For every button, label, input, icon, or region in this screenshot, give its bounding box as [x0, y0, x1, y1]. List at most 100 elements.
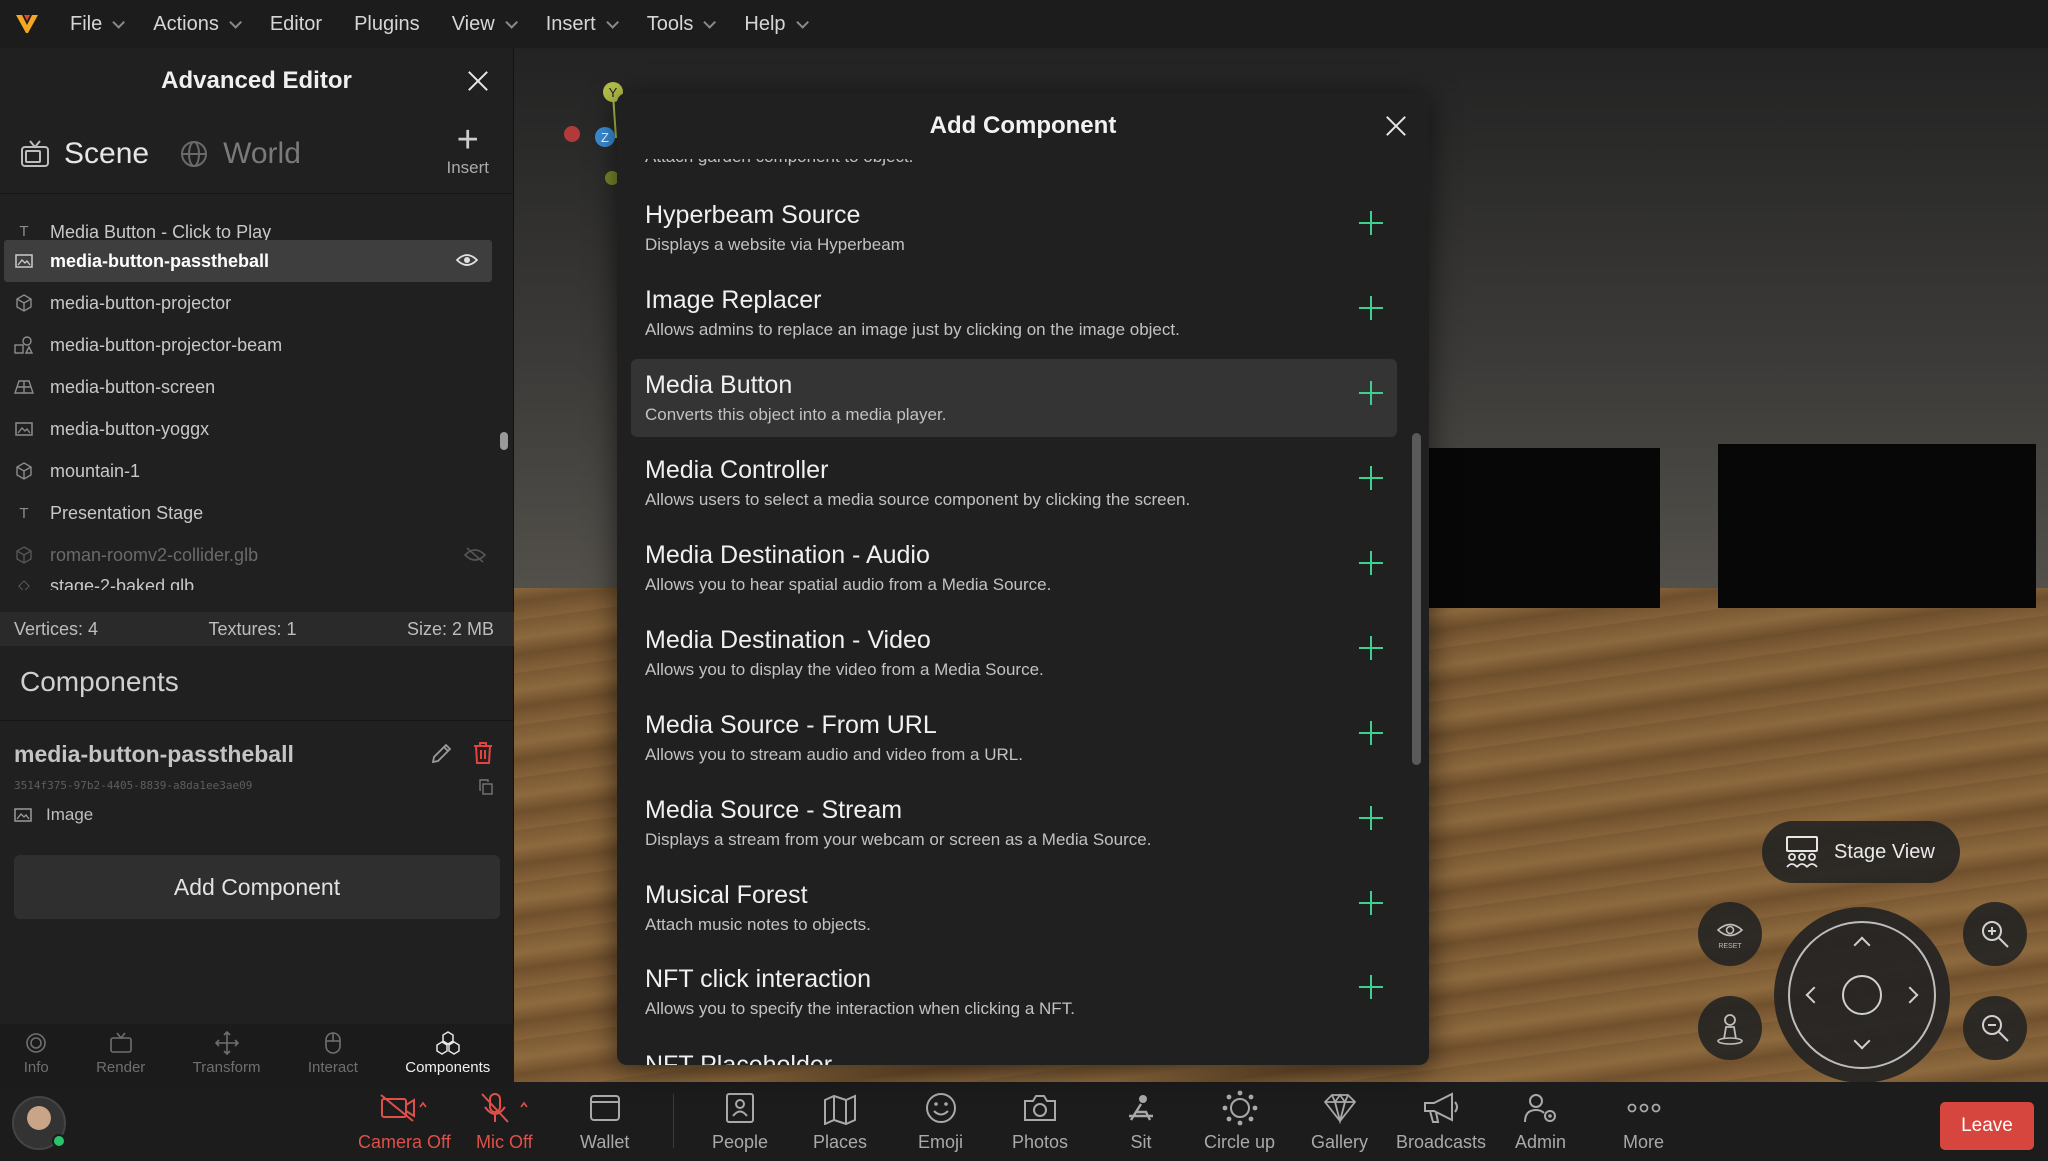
joystick-knob[interactable]	[1842, 975, 1882, 1015]
chevron-down-icon	[112, 15, 126, 29]
people-button[interactable]: People	[712, 1090, 768, 1153]
photos-button[interactable]: Photos	[1012, 1090, 1068, 1153]
eye-off-icon[interactable]	[463, 546, 487, 569]
chevron-down-icon	[795, 15, 809, 29]
component-list[interactable]: Attach garden component to object. Hyper…	[617, 159, 1407, 1065]
tree-item[interactable]: T Media Button - Click to Play	[0, 222, 500, 240]
tree-scrollbar[interactable]	[500, 432, 508, 450]
pencil-icon[interactable]	[430, 741, 454, 770]
component-item-media-source-stream[interactable]: Media Source - Stream Displays a stream …	[631, 784, 1397, 862]
emoji-button[interactable]: Emoji	[918, 1090, 963, 1153]
component-item-image-replacer[interactable]: Image Replacer Allows admins to replace …	[631, 274, 1397, 352]
add-plus-icon[interactable]	[1357, 973, 1385, 1001]
menu-editor[interactable]: Editor	[254, 0, 338, 48]
menu-insert[interactable]: Insert	[530, 0, 631, 48]
admin-button[interactable]: Admin	[1515, 1090, 1566, 1153]
stage-view-button[interactable]: Stage View	[1762, 821, 1960, 883]
wallet-icon	[588, 1090, 622, 1126]
component-item-media-button[interactable]: Media Button Converts this object into a…	[631, 359, 1397, 437]
component-item-musical-forest[interactable]: Musical Forest Attach music notes to obj…	[631, 869, 1397, 947]
circle-up-button[interactable]: Circle up	[1204, 1090, 1275, 1153]
mic-off-button[interactable]: Mic Off	[476, 1090, 533, 1153]
add-plus-icon[interactable]	[1357, 719, 1385, 747]
tab-interact[interactable]: Interact	[308, 1031, 358, 1076]
menu-plugins[interactable]: Plugins	[338, 0, 436, 48]
add-plus-icon[interactable]	[1357, 804, 1385, 832]
tab-components[interactable]: Components	[405, 1030, 490, 1076]
zoom-in-button[interactable]	[1963, 902, 2027, 966]
wallet-label: Wallet	[580, 1132, 630, 1152]
eye-icon[interactable]	[455, 252, 479, 273]
trash-icon[interactable]	[472, 741, 494, 770]
menu-file[interactable]: File	[54, 0, 137, 48]
add-plus-icon[interactable]	[1357, 889, 1385, 917]
zoom-out-button[interactable]	[1963, 996, 2027, 1060]
movement-joystick[interactable]	[1774, 907, 1950, 1083]
menu-actions[interactable]: Actions	[137, 0, 254, 48]
tree-item[interactable]: T Presentation Stage	[0, 492, 500, 534]
gallery-label: Gallery	[1311, 1132, 1369, 1152]
more-button[interactable]: More	[1623, 1090, 1664, 1153]
add-component-button[interactable]: Add Component	[14, 855, 500, 919]
wallet-button[interactable]: Wallet	[580, 1090, 629, 1153]
tree-item[interactable]: roman-roomv2-collider.glb	[0, 534, 500, 576]
add-plus-icon[interactable]	[1357, 464, 1385, 492]
add-plus-icon[interactable]	[1357, 294, 1385, 322]
tab-transform[interactable]: Transform	[193, 1030, 260, 1076]
component-name: NFT Placeholder	[645, 1051, 833, 1065]
add-plus-icon[interactable]	[1357, 634, 1385, 662]
stage-view-label: Stage View	[1834, 840, 1935, 863]
component-item-partial[interactable]: Attach garden component to object.	[631, 159, 1397, 177]
component-item-media-source-url[interactable]: Media Source - From URL Allows you to st…	[631, 699, 1397, 777]
modal-scrollbar[interactable]	[1412, 433, 1421, 765]
tree-item[interactable]: mountain-1	[0, 450, 500, 492]
tree-item[interactable]: media-button-yoggx	[0, 408, 500, 450]
close-icon[interactable]	[1385, 115, 1407, 137]
avatar-pose-button[interactable]	[1698, 996, 1762, 1060]
add-plus-icon[interactable]	[1357, 209, 1385, 237]
component-desc: Attach music notes to objects.	[645, 915, 871, 934]
menu-tools[interactable]: Tools	[631, 0, 729, 48]
component-item-hyperbeam-source[interactable]: Hyperbeam Source Displays a website via …	[631, 189, 1397, 267]
places-button[interactable]: Places	[813, 1090, 867, 1153]
close-icon[interactable]	[467, 70, 489, 92]
camera-off-button[interactable]: Camera Off	[358, 1090, 451, 1153]
leave-button[interactable]: Leave	[1940, 1102, 2034, 1150]
tab-scene[interactable]: Scene	[20, 137, 149, 171]
component-desc: Allows you to stream audio and video fro…	[645, 745, 1023, 764]
component-item-media-controller[interactable]: Media Controller Allows users to select …	[631, 444, 1397, 522]
component-item-media-destination-audio[interactable]: Media Destination - Audio Allows you to …	[631, 529, 1397, 607]
component-item-partial[interactable]: NFT Placeholder	[631, 1039, 1397, 1065]
sit-button[interactable]: Sit	[1126, 1090, 1156, 1153]
tree-item-selected[interactable]: media-button-passtheball	[4, 240, 492, 282]
text-icon: T	[19, 222, 29, 240]
avatar[interactable]	[12, 1096, 66, 1150]
menu-help[interactable]: Help	[728, 0, 820, 48]
tab-world[interactable]: World	[179, 137, 301, 171]
add-plus-icon[interactable]	[1357, 379, 1385, 407]
component-desc: Displays a website via Hyperbeam	[645, 235, 905, 254]
tab-info[interactable]: Info	[24, 1031, 49, 1076]
tab-world-label: World	[223, 136, 301, 170]
components-icon	[435, 1030, 461, 1055]
tree-item[interactable]: media-button-projector	[0, 282, 500, 324]
copy-icon[interactable]	[478, 779, 494, 800]
insert-label: Insert	[446, 158, 489, 177]
app-logo-icon[interactable]	[0, 0, 54, 48]
reset-view-button[interactable]: RESET	[1698, 902, 1762, 966]
component-item-media-destination-video[interactable]: Media Destination - Video Allows you to …	[631, 614, 1397, 692]
selected-object-card: media-button-passtheball 3514f375-97b2-4…	[0, 720, 514, 824]
gallery-button[interactable]: Gallery	[1311, 1090, 1368, 1153]
scene-tree[interactable]: T Media Button - Click to Play media-but…	[0, 222, 500, 612]
globe-icon	[181, 140, 208, 167]
insert-button[interactable]: + Insert	[446, 121, 489, 178]
menu-view[interactable]: View	[436, 0, 530, 48]
broadcasts-button[interactable]: Broadcasts	[1396, 1090, 1486, 1153]
add-plus-icon[interactable]	[1357, 549, 1385, 577]
tree-item[interactable]: media-button-projector-beam	[0, 324, 500, 366]
tab-render[interactable]: Render	[96, 1031, 145, 1076]
tree-item[interactable]: media-button-screen	[0, 366, 500, 408]
circle-up-label: Circle up	[1204, 1132, 1276, 1152]
tree-item[interactable]: ◇ stage-2-baked.glb	[0, 576, 500, 590]
component-item-nft-click-interaction[interactable]: NFT click interaction Allows you to spec…	[631, 953, 1397, 1031]
